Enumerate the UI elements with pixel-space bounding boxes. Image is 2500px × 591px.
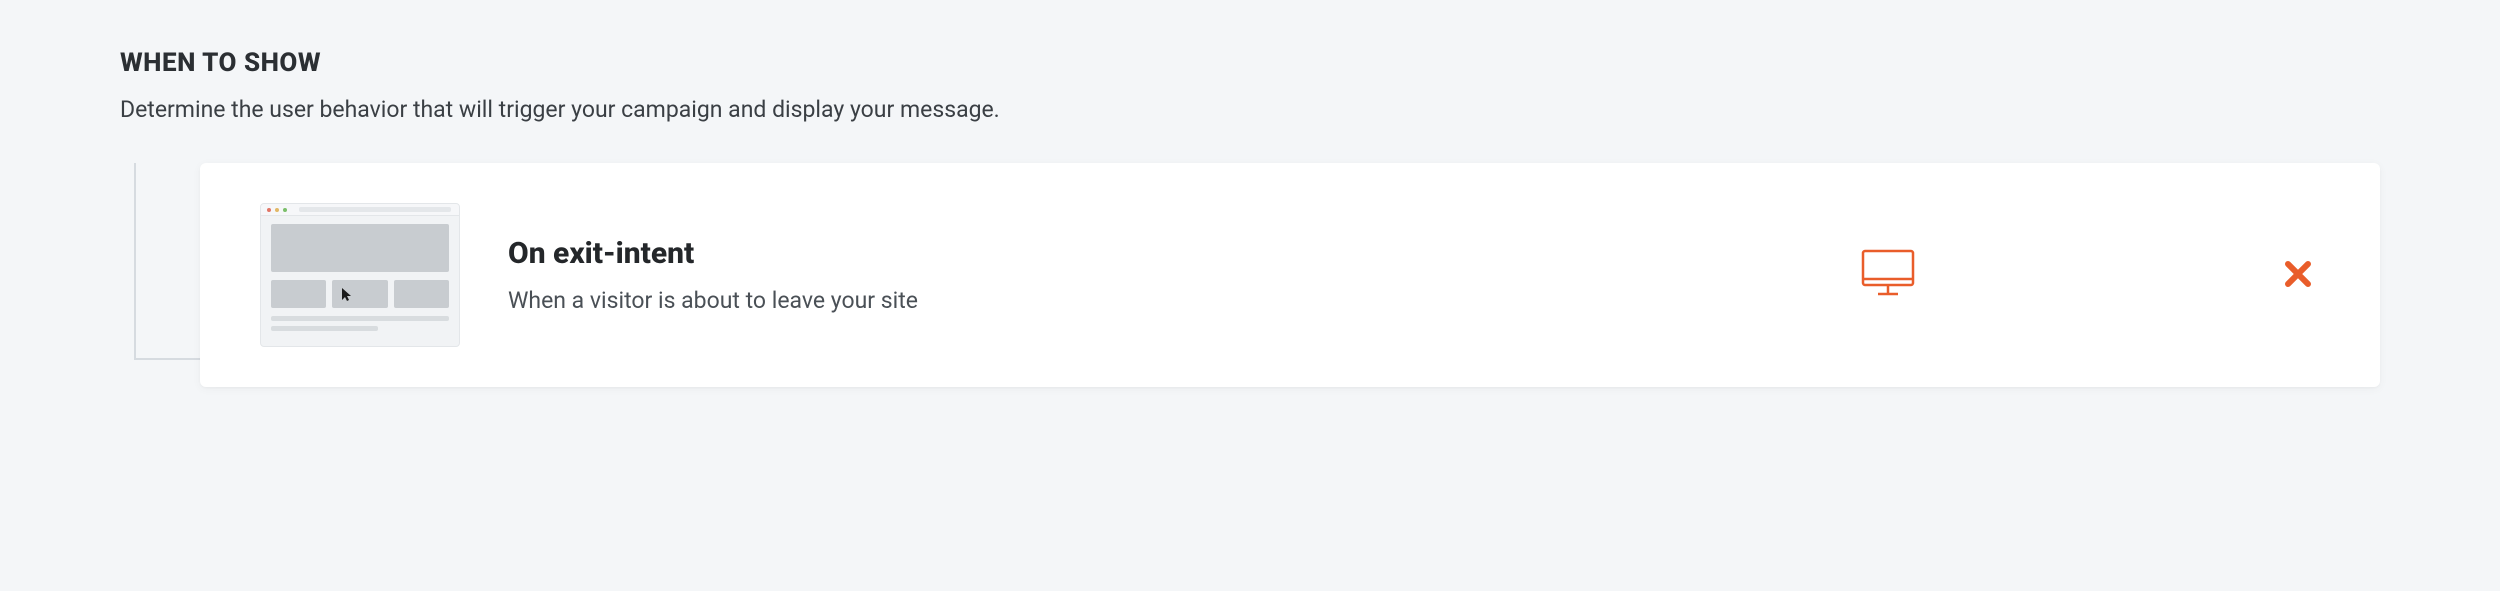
section-title: WHEN TO SHOW [120, 48, 2380, 78]
when-to-show-section: WHEN TO SHOW Determine the user behavior… [0, 0, 2500, 387]
trigger-rule-card[interactable]: On exit-intent When a visitor is about t… [200, 163, 2380, 387]
rule-title: On exit-intent [508, 236, 1820, 271]
remove-rule-button[interactable] [2276, 252, 2320, 299]
rule-description: When a visitor is about to leave your si… [508, 287, 1820, 314]
rule-thumbnail [260, 203, 460, 347]
rules-tree: On exit-intent When a visitor is about t… [120, 163, 2380, 387]
tree-connector-horizontal [134, 358, 200, 360]
close-icon [2284, 260, 2312, 291]
cursor-icon [342, 288, 353, 305]
section-description: Determine the user behavior that will tr… [120, 96, 2380, 123]
browser-mockup-icon [260, 203, 460, 347]
rule-actions [1860, 247, 2320, 303]
desktop-device-icon[interactable] [1860, 247, 1916, 303]
tree-connector-vertical [134, 163, 136, 358]
rule-text-block: On exit-intent When a visitor is about t… [508, 236, 1820, 314]
